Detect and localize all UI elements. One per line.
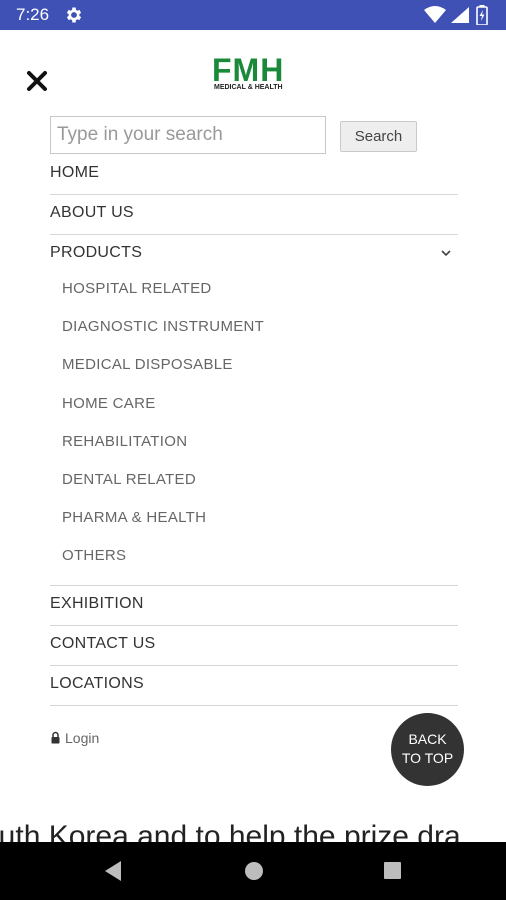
menu-item-products-label: PRODUCTS	[50, 244, 143, 261]
menu-item-locations[interactable]: LOCATIONS	[50, 666, 458, 706]
chevron-down-icon[interactable]	[440, 248, 452, 258]
home-icon[interactable]	[245, 862, 263, 880]
search-button[interactable]: Search	[340, 121, 417, 152]
nav-menu: HOME ABOUT US PRODUCTS HOSPITAL RELATED …	[50, 155, 458, 706]
menu-item-home[interactable]: HOME	[50, 155, 458, 195]
battery-icon	[476, 5, 488, 25]
status-time: 7:26	[16, 5, 50, 24]
submenu-item-medical-disposable[interactable]: MEDICAL DISPOSABLE	[50, 350, 458, 388]
lock-icon	[51, 731, 60, 744]
gear-icon	[66, 7, 82, 23]
close-icon[interactable]	[24, 68, 50, 94]
back-icon[interactable]	[103, 860, 123, 882]
login-link[interactable]: Login	[50, 730, 99, 748]
submenu-item-pharma-health[interactable]: PHARMA & HEALTH	[50, 503, 458, 541]
menu-item-exhibition[interactable]: EXHIBITION	[50, 586, 458, 626]
logo[interactable]: FMH MEDICAL & HEALTH	[212, 54, 298, 94]
submenu-item-diagnostic-instrument[interactable]: DIAGNOSTIC INSTRUMENT	[50, 312, 458, 350]
submenu-item-home-care[interactable]: HOME CARE	[50, 389, 458, 427]
menu-item-about-us[interactable]: ABOUT US	[50, 195, 458, 235]
page-body-text: outh Korea and to help the prize dra	[0, 820, 461, 842]
submenu-item-rehabilitation[interactable]: REHABILITATION	[50, 427, 458, 465]
logo-subtitle: MEDICAL & HEALTH	[214, 84, 283, 91]
login-label: Login	[65, 730, 100, 746]
recents-icon[interactable]	[384, 862, 401, 879]
submenu-item-hospital-related[interactable]: HOSPITAL RELATED	[50, 274, 458, 312]
products-submenu: HOSPITAL RELATED DIAGNOSTIC INSTRUMENT M…	[50, 274, 458, 586]
signal-icon	[451, 7, 469, 23]
wifi-icon	[424, 6, 446, 23]
back-to-top-line1: BACK	[408, 731, 447, 747]
menu-item-products[interactable]: PRODUCTS	[50, 235, 458, 274]
back-to-top-button[interactable]: BACK TO TOP	[391, 713, 464, 786]
submenu-item-dental-related[interactable]: DENTAL RELATED	[50, 465, 458, 503]
back-to-top-line2: TO TOP	[401, 750, 454, 766]
search-input[interactable]	[50, 116, 326, 154]
status-bar: 7:26	[0, 0, 506, 30]
logo-text: FMH	[212, 52, 285, 88]
menu-item-contact-us[interactable]: CONTACT US	[50, 626, 458, 666]
submenu-item-others[interactable]: OTHERS	[50, 541, 458, 579]
